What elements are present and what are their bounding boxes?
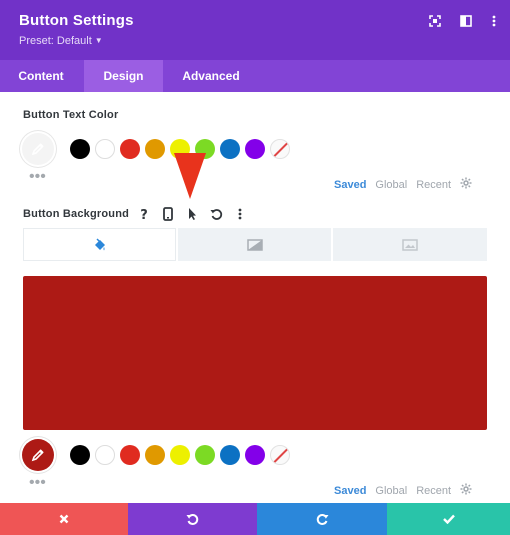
color-swatch[interactable] bbox=[245, 445, 265, 465]
image-icon bbox=[402, 238, 418, 251]
palette-tab-recent[interactable]: Recent bbox=[416, 485, 451, 497]
svg-text:?: ? bbox=[140, 208, 148, 221]
text-color-picker-button[interactable] bbox=[22, 133, 54, 165]
gear-icon[interactable] bbox=[460, 483, 472, 498]
more-vertical-icon[interactable] bbox=[487, 14, 501, 28]
color-swatch[interactable] bbox=[120, 139, 140, 159]
no-color-swatch[interactable] bbox=[270, 139, 290, 159]
more-vertical-icon[interactable] bbox=[232, 205, 248, 223]
preset-selector[interactable]: Preset: Default ▼ bbox=[19, 35, 103, 47]
redo-icon bbox=[316, 513, 328, 525]
preset-label: Preset: Default bbox=[19, 35, 92, 47]
tab-advanced[interactable]: Advanced bbox=[163, 60, 259, 92]
tab-background-image[interactable] bbox=[333, 228, 487, 261]
palette-tab-saved[interactable]: Saved bbox=[334, 485, 366, 497]
gear-icon[interactable] bbox=[460, 177, 472, 192]
redo-button[interactable] bbox=[257, 503, 387, 535]
reset-icon[interactable] bbox=[208, 205, 224, 223]
settings-tabs: Content Design Advanced bbox=[0, 60, 510, 92]
caret-down-icon: ▼ bbox=[94, 36, 103, 45]
background-color-preview bbox=[23, 276, 487, 430]
color-swatch[interactable] bbox=[70, 139, 90, 159]
tab-background-gradient[interactable] bbox=[178, 228, 331, 261]
background-label: Button Background bbox=[23, 208, 130, 220]
modal-title: Button Settings bbox=[19, 12, 134, 29]
help-icon[interactable]: ? bbox=[136, 205, 152, 223]
fullscreen-icon[interactable] bbox=[428, 14, 442, 28]
hover-cursor-icon[interactable] bbox=[184, 205, 200, 223]
background-type-tabs bbox=[23, 228, 487, 261]
color-swatch[interactable] bbox=[245, 139, 265, 159]
more-swatches-icon[interactable]: ••• bbox=[29, 475, 46, 491]
palette-tab-global[interactable]: Global bbox=[375, 179, 407, 191]
palette-tab-global[interactable]: Global bbox=[375, 485, 407, 497]
gradient-icon bbox=[246, 238, 263, 251]
color-swatch[interactable] bbox=[145, 139, 165, 159]
color-swatch[interactable] bbox=[120, 445, 140, 465]
background-option-icons: ? bbox=[136, 205, 248, 223]
checkmark-icon bbox=[442, 514, 455, 524]
color-swatch[interactable] bbox=[70, 445, 90, 465]
paint-bucket-icon bbox=[94, 237, 105, 250]
background-palette-tabs: Saved Global Recent bbox=[334, 483, 472, 498]
discard-button[interactable] bbox=[0, 503, 128, 535]
save-button[interactable] bbox=[387, 503, 510, 535]
split-view-icon[interactable] bbox=[459, 14, 473, 28]
eyedropper-icon bbox=[31, 449, 44, 462]
color-swatch[interactable] bbox=[220, 139, 240, 159]
text-color-palette-tabs: Saved Global Recent bbox=[334, 177, 472, 192]
palette-tab-saved[interactable]: Saved bbox=[334, 179, 366, 191]
eyedropper-icon bbox=[31, 143, 44, 156]
color-swatch[interactable] bbox=[95, 139, 115, 159]
annotation-arrow bbox=[174, 153, 206, 199]
more-swatches-icon[interactable]: ••• bbox=[29, 169, 46, 185]
color-swatch[interactable] bbox=[145, 445, 165, 465]
color-swatch[interactable] bbox=[195, 445, 215, 465]
tab-background-color[interactable] bbox=[23, 228, 176, 261]
modal-footer bbox=[0, 503, 510, 535]
no-color-swatch[interactable] bbox=[270, 445, 290, 465]
background-color-picker-button[interactable] bbox=[22, 439, 54, 471]
close-icon bbox=[59, 514, 69, 524]
tab-design[interactable]: Design bbox=[84, 60, 163, 92]
mobile-icon[interactable] bbox=[160, 205, 176, 223]
color-swatch[interactable] bbox=[170, 445, 190, 465]
color-swatch[interactable] bbox=[95, 445, 115, 465]
palette-tab-recent[interactable]: Recent bbox=[416, 179, 451, 191]
color-swatch[interactable] bbox=[220, 445, 240, 465]
undo-icon bbox=[186, 513, 199, 525]
text-color-label: Button Text Color bbox=[23, 109, 119, 121]
modal-header: Button Settings Preset: Default ▼ bbox=[0, 0, 510, 60]
undo-button[interactable] bbox=[128, 503, 257, 535]
tab-content[interactable]: Content bbox=[0, 60, 82, 92]
